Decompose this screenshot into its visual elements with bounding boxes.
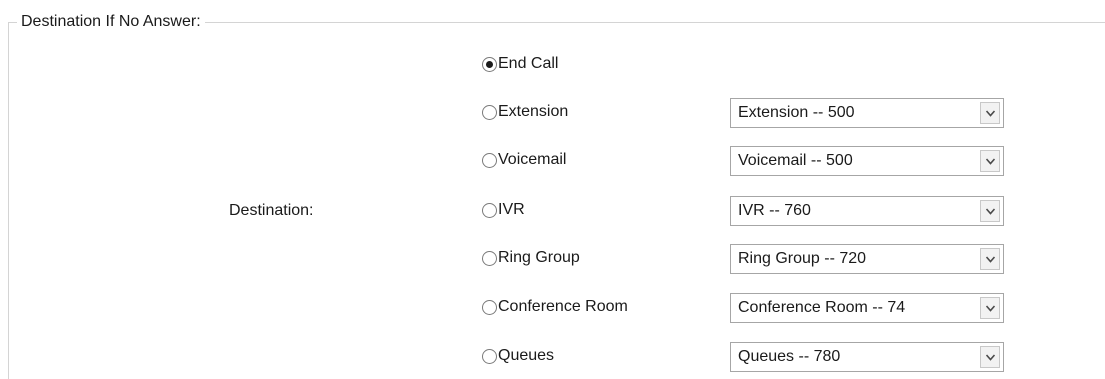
conference-room-select-value: Conference Room -- 74 <box>738 299 906 316</box>
option-end-call[interactable]: End Call <box>482 52 558 76</box>
radio-extension[interactable] <box>482 104 497 120</box>
option-extension[interactable]: Extension <box>482 100 568 124</box>
fieldset-legend: Destination If No Answer: <box>17 11 205 33</box>
chevron-down-icon[interactable] <box>980 102 1000 124</box>
radio-voicemail[interactable] <box>482 152 497 168</box>
voicemail-select-value: Voicemail -- 500 <box>738 152 853 169</box>
option-label-end-call: End Call <box>498 55 559 72</box>
chevron-down-icon[interactable] <box>980 150 1000 172</box>
extension-select-value: Extension -- 500 <box>738 104 855 121</box>
destination-label: Destination: <box>229 202 314 219</box>
option-voicemail[interactable]: Voicemail <box>482 148 566 172</box>
chevron-down-icon[interactable] <box>980 248 1000 270</box>
option-label-conference-room: Conference Room <box>498 298 628 315</box>
radio-queues[interactable] <box>482 348 497 364</box>
option-ivr[interactable]: IVR <box>482 198 525 222</box>
chevron-down-icon[interactable] <box>980 346 1000 368</box>
extension-select[interactable]: Extension -- 500 <box>730 98 1004 128</box>
radio-ivr[interactable] <box>482 202 497 218</box>
queues-select-value: Queues -- 780 <box>738 348 841 365</box>
chevron-down-icon[interactable] <box>980 297 1000 319</box>
radio-end-call[interactable] <box>482 56 497 72</box>
option-label-ring-group: Ring Group <box>498 249 580 266</box>
conference-room-select[interactable]: Conference Room -- 74 <box>730 293 1004 323</box>
option-label-extension: Extension <box>498 103 569 120</box>
voicemail-select[interactable]: Voicemail -- 500 <box>730 146 1004 176</box>
queues-select[interactable]: Queues -- 780 <box>730 342 1004 372</box>
chevron-down-icon[interactable] <box>980 200 1000 222</box>
radio-conference-room[interactable] <box>482 299 497 315</box>
ring-group-select-value: Ring Group -- 720 <box>738 250 867 267</box>
ivr-select[interactable]: IVR -- 760 <box>730 196 1004 226</box>
option-label-voicemail: Voicemail <box>498 151 567 168</box>
option-queues[interactable]: Queues <box>482 344 554 368</box>
ivr-select-value: IVR -- 760 <box>738 202 811 219</box>
option-conference-room[interactable]: Conference Room <box>482 295 628 319</box>
option-ring-group[interactable]: Ring Group <box>482 246 580 270</box>
ring-group-select[interactable]: Ring Group -- 720 <box>730 244 1004 274</box>
option-label-queues: Queues <box>498 347 555 364</box>
option-label-ivr: IVR <box>498 201 525 218</box>
radio-ring-group[interactable] <box>482 250 497 266</box>
